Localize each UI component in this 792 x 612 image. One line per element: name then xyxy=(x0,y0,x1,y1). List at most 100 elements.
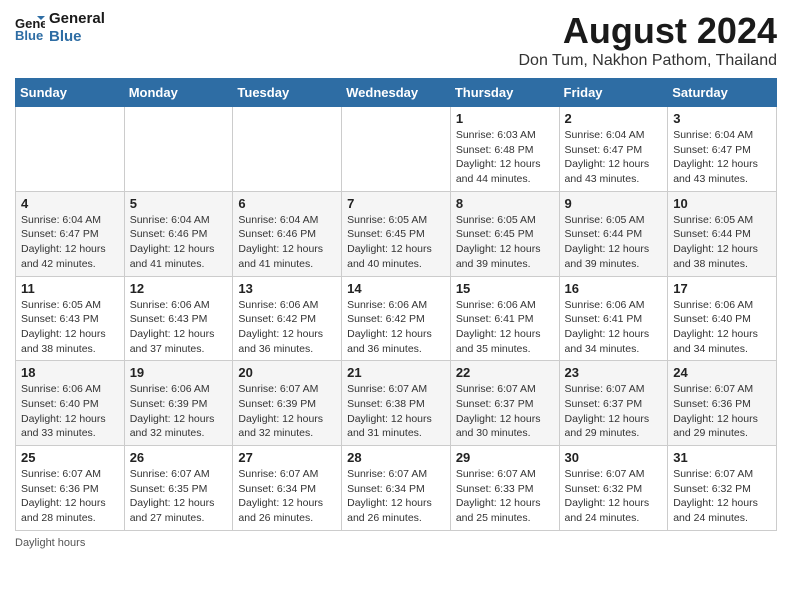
header-day-sunday: Sunday xyxy=(16,79,125,107)
day-info: Sunrise: 6:07 AM Sunset: 6:36 PM Dayligh… xyxy=(21,467,119,526)
day-info: Sunrise: 6:05 AM Sunset: 6:44 PM Dayligh… xyxy=(673,213,771,272)
week-row-1: 1 Sunrise: 6:03 AM Sunset: 6:48 PM Daylig… xyxy=(16,107,777,192)
day-number: 20 xyxy=(238,365,336,380)
day-info: Sunrise: 6:07 AM Sunset: 6:37 PM Dayligh… xyxy=(565,382,663,441)
week-row-4: 18 Sunrise: 6:06 AM Sunset: 6:40 PM Dayli… xyxy=(16,361,777,446)
day-info: Sunrise: 6:05 AM Sunset: 6:45 PM Dayligh… xyxy=(347,213,445,272)
logo: General Blue General Blue xyxy=(15,10,105,46)
header-day-wednesday: Wednesday xyxy=(342,79,451,107)
day-info: Sunrise: 6:07 AM Sunset: 6:36 PM Dayligh… xyxy=(673,382,771,441)
day-cell xyxy=(124,107,233,192)
day-cell: 4 Sunrise: 6:04 AM Sunset: 6:47 PM Daylig… xyxy=(16,191,125,276)
day-cell: 7 Sunrise: 6:05 AM Sunset: 6:45 PM Daylig… xyxy=(342,191,451,276)
day-cell xyxy=(16,107,125,192)
day-cell: 3 Sunrise: 6:04 AM Sunset: 6:47 PM Daylig… xyxy=(668,107,777,192)
day-info: Sunrise: 6:06 AM Sunset: 6:43 PM Dayligh… xyxy=(130,298,228,357)
day-cell: 20 Sunrise: 6:07 AM Sunset: 6:39 PM Dayli… xyxy=(233,361,342,446)
day-cell: 18 Sunrise: 6:06 AM Sunset: 6:40 PM Dayli… xyxy=(16,361,125,446)
day-number: 14 xyxy=(347,281,445,296)
day-info: Sunrise: 6:07 AM Sunset: 6:32 PM Dayligh… xyxy=(565,467,663,526)
day-cell: 11 Sunrise: 6:05 AM Sunset: 6:43 PM Dayli… xyxy=(16,276,125,361)
day-info: Sunrise: 6:04 AM Sunset: 6:47 PM Dayligh… xyxy=(21,213,119,272)
day-number: 28 xyxy=(347,450,445,465)
header-day-friday: Friday xyxy=(559,79,668,107)
day-info: Sunrise: 6:07 AM Sunset: 6:32 PM Dayligh… xyxy=(673,467,771,526)
day-info: Sunrise: 6:07 AM Sunset: 6:38 PM Dayligh… xyxy=(347,382,445,441)
day-number: 12 xyxy=(130,281,228,296)
day-number: 1 xyxy=(456,111,554,126)
day-cell xyxy=(233,107,342,192)
day-number: 25 xyxy=(21,450,119,465)
day-info: Sunrise: 6:05 AM Sunset: 6:43 PM Dayligh… xyxy=(21,298,119,357)
day-info: Sunrise: 6:07 AM Sunset: 6:33 PM Dayligh… xyxy=(456,467,554,526)
day-number: 16 xyxy=(565,281,663,296)
day-cell: 29 Sunrise: 6:07 AM Sunset: 6:33 PM Dayli… xyxy=(450,446,559,531)
day-cell: 9 Sunrise: 6:05 AM Sunset: 6:44 PM Daylig… xyxy=(559,191,668,276)
day-info: Sunrise: 6:06 AM Sunset: 6:42 PM Dayligh… xyxy=(238,298,336,357)
day-number: 24 xyxy=(673,365,771,380)
header-day-saturday: Saturday xyxy=(668,79,777,107)
day-number: 2 xyxy=(565,111,663,126)
day-number: 15 xyxy=(456,281,554,296)
day-number: 22 xyxy=(456,365,554,380)
day-number: 9 xyxy=(565,196,663,211)
day-number: 29 xyxy=(456,450,554,465)
day-cell: 6 Sunrise: 6:04 AM Sunset: 6:46 PM Daylig… xyxy=(233,191,342,276)
day-info: Sunrise: 6:04 AM Sunset: 6:46 PM Dayligh… xyxy=(238,213,336,272)
day-info: Sunrise: 6:07 AM Sunset: 6:37 PM Dayligh… xyxy=(456,382,554,441)
logo-general: General xyxy=(49,10,105,28)
day-info: Sunrise: 6:05 AM Sunset: 6:45 PM Dayligh… xyxy=(456,213,554,272)
day-number: 30 xyxy=(565,450,663,465)
day-info: Sunrise: 6:07 AM Sunset: 6:34 PM Dayligh… xyxy=(347,467,445,526)
day-cell xyxy=(342,107,451,192)
day-number: 26 xyxy=(130,450,228,465)
day-number: 3 xyxy=(673,111,771,126)
day-cell: 16 Sunrise: 6:06 AM Sunset: 6:41 PM Dayli… xyxy=(559,276,668,361)
day-cell: 8Sunrise: 6:05 AM Sunset: 6:45 PM Daylig… xyxy=(450,191,559,276)
week-row-3: 11 Sunrise: 6:05 AM Sunset: 6:43 PM Dayli… xyxy=(16,276,777,361)
day-info: Sunrise: 6:05 AM Sunset: 6:44 PM Dayligh… xyxy=(565,213,663,272)
logo-icon: General Blue xyxy=(15,14,45,42)
day-number: 4 xyxy=(21,196,119,211)
day-number: 19 xyxy=(130,365,228,380)
day-info: Sunrise: 6:06 AM Sunset: 6:39 PM Dayligh… xyxy=(130,382,228,441)
day-cell: 22 Sunrise: 6:07 AM Sunset: 6:37 PM Dayli… xyxy=(450,361,559,446)
day-info: Sunrise: 6:06 AM Sunset: 6:40 PM Dayligh… xyxy=(21,382,119,441)
day-info: Sunrise: 6:07 AM Sunset: 6:34 PM Dayligh… xyxy=(238,467,336,526)
day-info: Sunrise: 6:04 AM Sunset: 6:47 PM Dayligh… xyxy=(565,128,663,187)
header-day-tuesday: Tuesday xyxy=(233,79,342,107)
footer: Daylight hours xyxy=(15,537,777,549)
header-day-thursday: Thursday xyxy=(450,79,559,107)
day-info: Sunrise: 6:04 AM Sunset: 6:46 PM Dayligh… xyxy=(130,213,228,272)
day-cell: 26 Sunrise: 6:07 AM Sunset: 6:35 PM Dayli… xyxy=(124,446,233,531)
day-number: 6 xyxy=(238,196,336,211)
day-cell: 30 Sunrise: 6:07 AM Sunset: 6:32 PM Dayli… xyxy=(559,446,668,531)
day-number: 7 xyxy=(347,196,445,211)
day-cell: 19 Sunrise: 6:06 AM Sunset: 6:39 PM Dayli… xyxy=(124,361,233,446)
day-cell: 14 Sunrise: 6:06 AM Sunset: 6:42 PM Dayli… xyxy=(342,276,451,361)
header-day-monday: Monday xyxy=(124,79,233,107)
svg-text:Blue: Blue xyxy=(15,28,43,42)
day-number: 5 xyxy=(130,196,228,211)
day-info: Sunrise: 6:06 AM Sunset: 6:42 PM Dayligh… xyxy=(347,298,445,357)
day-number: 18 xyxy=(21,365,119,380)
day-info: Sunrise: 6:07 AM Sunset: 6:35 PM Dayligh… xyxy=(130,467,228,526)
page-header: General Blue General Blue August 2024 Do… xyxy=(15,10,777,70)
day-info: Sunrise: 6:07 AM Sunset: 6:39 PM Dayligh… xyxy=(238,382,336,441)
day-number: 21 xyxy=(347,365,445,380)
day-number: 31 xyxy=(673,450,771,465)
day-cell: 5 Sunrise: 6:04 AM Sunset: 6:46 PM Daylig… xyxy=(124,191,233,276)
day-cell: 17Sunrise: 6:06 AM Sunset: 6:40 PM Dayli… xyxy=(668,276,777,361)
day-info: Sunrise: 6:06 AM Sunset: 6:41 PM Dayligh… xyxy=(565,298,663,357)
day-cell: 15 Sunrise: 6:06 AM Sunset: 6:41 PM Dayli… xyxy=(450,276,559,361)
day-info: Sunrise: 6:04 AM Sunset: 6:47 PM Dayligh… xyxy=(673,128,771,187)
day-info: Sunrise: 6:03 AM Sunset: 6:48 PM Dayligh… xyxy=(456,128,554,187)
day-number: 27 xyxy=(238,450,336,465)
day-cell: 2 Sunrise: 6:04 AM Sunset: 6:47 PM Daylig… xyxy=(559,107,668,192)
day-info: Sunrise: 6:06 AM Sunset: 6:41 PM Dayligh… xyxy=(456,298,554,357)
day-number: 11 xyxy=(21,281,119,296)
logo-blue: Blue xyxy=(49,28,105,46)
day-cell: 28 Sunrise: 6:07 AM Sunset: 6:34 PM Dayli… xyxy=(342,446,451,531)
week-row-2: 4 Sunrise: 6:04 AM Sunset: 6:47 PM Daylig… xyxy=(16,191,777,276)
day-cell: 21 Sunrise: 6:07 AM Sunset: 6:38 PM Dayli… xyxy=(342,361,451,446)
